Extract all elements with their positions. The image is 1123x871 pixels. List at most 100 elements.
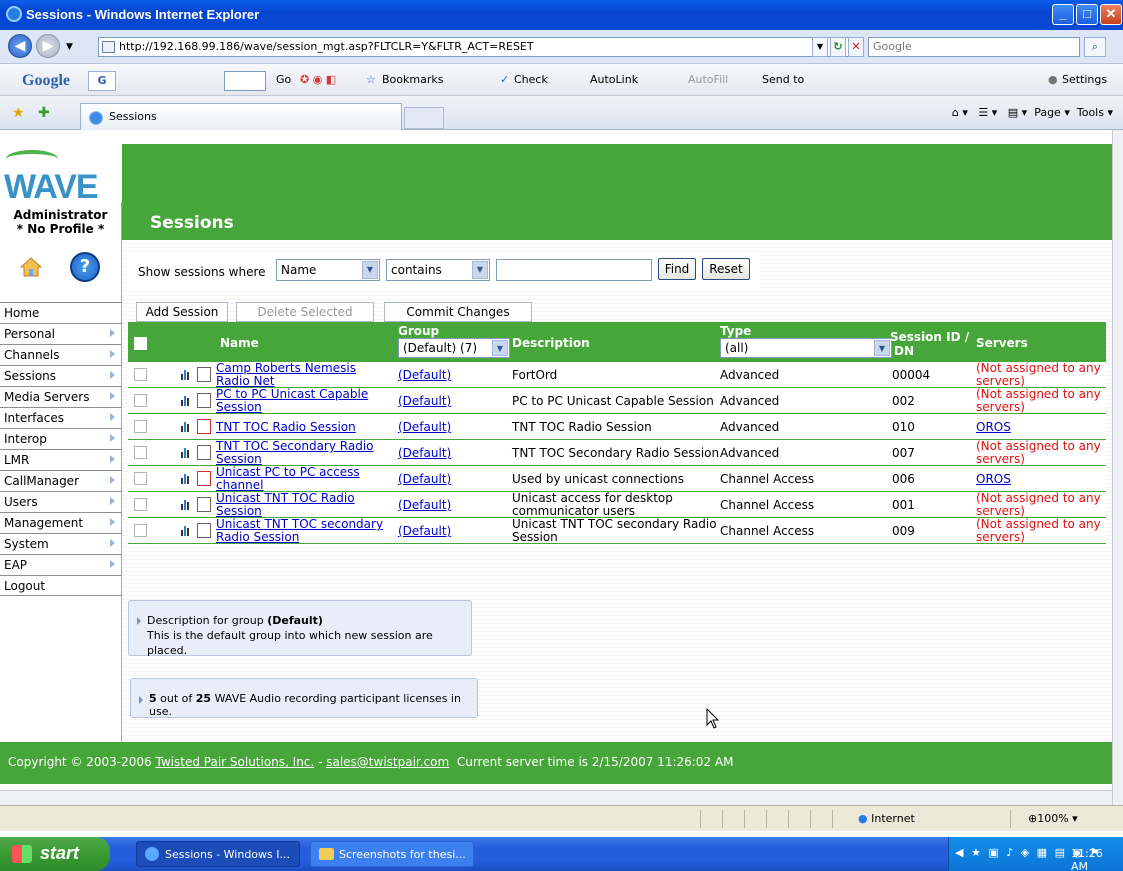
type-filter-select[interactable]: (all) ▼	[720, 338, 892, 358]
google-menu-icon[interactable]: G	[88, 71, 116, 91]
refresh-icon[interactable]: ↻	[830, 37, 846, 57]
autolink-button[interactable]: AutoLink	[590, 73, 638, 86]
bar-chart-icon[interactable]	[180, 524, 191, 537]
close-button[interactable]: ✕	[1100, 4, 1122, 25]
go-button[interactable]: Go	[276, 73, 291, 86]
session-doc-icon[interactable]	[197, 523, 211, 538]
sidebar-item-sessions[interactable]: Sessions	[0, 365, 121, 386]
tools-menu[interactable]: Tools ▾	[1077, 106, 1113, 119]
group-filter-select[interactable]: (Default) (7) ▼	[398, 338, 510, 358]
sidebar-item-interfaces[interactable]: Interfaces	[0, 407, 121, 428]
maximize-button[interactable]: □	[1076, 4, 1098, 25]
help-icon[interactable]: ?	[70, 252, 100, 282]
recent-pages-icon[interactable]: ▼	[66, 42, 73, 52]
bar-chart-icon[interactable]	[180, 394, 191, 407]
autofill-button[interactable]: AutoFill	[688, 73, 728, 86]
col-type[interactable]: Type	[720, 324, 751, 338]
session-name-link[interactable]: Unicast TNT TOC Radio Session	[216, 492, 392, 518]
zoom-control[interactable]: ⊕100% ▾	[1028, 812, 1078, 825]
company-link[interactable]: Twisted Pair Solutions, Inc.	[156, 755, 315, 769]
session-doc-icon[interactable]	[197, 419, 211, 434]
group-link[interactable]: (Default)	[398, 395, 451, 408]
sidebar-item-home[interactable]: Home	[0, 302, 121, 323]
sidebar-item-system[interactable]: System	[0, 533, 121, 554]
session-doc-icon[interactable]	[197, 471, 211, 486]
delete-selected-button[interactable]: Delete Selected	[236, 302, 374, 322]
url-field[interactable]: http://192.168.99.186/wave/session_mgt.a…	[98, 37, 862, 57]
tab-sessions[interactable]: Sessions	[80, 103, 402, 130]
vertical-scrollbar[interactable]	[1112, 130, 1123, 805]
group-link[interactable]: (Default)	[398, 473, 451, 486]
session-doc-icon[interactable]	[197, 497, 211, 512]
group-link[interactable]: (Default)	[398, 525, 451, 538]
group-link[interactable]: (Default)	[398, 447, 451, 460]
horizontal-scrollbar[interactable]	[0, 790, 1112, 805]
back-button[interactable]: ◀	[8, 34, 32, 58]
email-link[interactable]: sales@twistpair.com	[326, 755, 449, 769]
sidebar-item-channels[interactable]: Channels	[0, 344, 121, 365]
sendto-button[interactable]: Send to	[762, 73, 804, 86]
row-checkbox[interactable]	[134, 498, 147, 511]
filter-field-select[interactable]: Name ▼	[276, 259, 380, 281]
col-description[interactable]: Description	[512, 336, 590, 350]
session-name-link[interactable]: TNT TOC Secondary Radio Session	[216, 440, 392, 466]
bar-chart-icon[interactable]	[180, 446, 191, 459]
sidebar-item-eap[interactable]: EAP	[0, 554, 121, 575]
reset-button[interactable]: Reset	[702, 258, 750, 280]
window-title-bar[interactable]: Sessions - Windows Internet Explorer _ □…	[0, 0, 1123, 30]
favorites-star-icon[interactable]: ★	[12, 105, 25, 121]
sidebar-item-logout[interactable]: Logout	[0, 575, 121, 596]
row-checkbox[interactable]	[134, 446, 147, 459]
search-input[interactable]: Google	[868, 37, 1080, 57]
sidebar-item-users[interactable]: Users	[0, 491, 121, 512]
find-button[interactable]: Find	[658, 258, 696, 280]
bar-chart-icon[interactable]	[180, 498, 191, 511]
settings-button[interactable]: Settings	[1062, 73, 1107, 86]
expand-icon[interactable]	[139, 696, 143, 704]
session-name-link[interactable]: Camp Roberts Nemesis Radio Net	[216, 362, 392, 388]
minimize-button[interactable]: _	[1052, 4, 1074, 25]
session-name-link[interactable]: Unicast PC to PC access channel	[216, 466, 392, 492]
feeds-icon[interactable]: ☰ ▾	[978, 106, 997, 119]
url-dropdown-icon[interactable]: ▼	[812, 37, 828, 57]
group-link[interactable]: (Default)	[398, 499, 451, 512]
home-icon[interactable]: ⌂ ▾	[952, 106, 968, 119]
row-checkbox[interactable]	[134, 394, 147, 407]
group-link[interactable]: (Default)	[398, 369, 451, 382]
bar-chart-icon[interactable]	[180, 420, 191, 433]
taskbar-item-folder[interactable]: Screenshots for thesi...	[310, 841, 474, 867]
page-menu[interactable]: Page ▾	[1034, 106, 1070, 119]
search-icon[interactable]: ⌕	[1084, 37, 1106, 57]
server-link[interactable]: OROS	[976, 473, 1011, 486]
taskbar-item-ie[interactable]: Sessions - Windows I...	[136, 841, 300, 867]
row-checkbox[interactable]	[134, 368, 147, 381]
col-servers[interactable]: Servers	[976, 336, 1028, 350]
bar-chart-icon[interactable]	[180, 472, 191, 485]
server-link[interactable]: OROS	[976, 421, 1011, 434]
home-icon[interactable]	[20, 256, 42, 278]
session-name-link[interactable]: PC to PC Unicast Capable Session	[216, 388, 392, 414]
sidebar-item-management[interactable]: Management	[0, 512, 121, 533]
row-checkbox[interactable]	[134, 472, 147, 485]
forward-button[interactable]: ▶	[36, 34, 60, 58]
row-checkbox[interactable]	[134, 524, 147, 537]
col-name[interactable]: Name	[220, 336, 259, 350]
add-favorite-icon[interactable]: ✚	[38, 105, 50, 121]
sidebar-item-interop[interactable]: Interop	[0, 428, 121, 449]
check-button[interactable]: Check	[514, 73, 548, 86]
session-name-link[interactable]: Unicast TNT TOC secondary Radio Session	[216, 518, 392, 544]
stop-icon[interactable]: ✕	[848, 37, 864, 57]
google-logo[interactable]: Google	[22, 72, 70, 90]
bar-chart-icon[interactable]	[180, 368, 191, 381]
session-doc-icon[interactable]	[197, 445, 211, 460]
google-tools-icon[interactable]: ✪ ◉ ◧	[300, 73, 336, 86]
session-doc-icon[interactable]	[197, 367, 211, 382]
col-group[interactable]: Group	[398, 324, 439, 338]
group-link[interactable]: (Default)	[398, 421, 451, 434]
expand-icon[interactable]	[137, 617, 141, 625]
sidebar-item-personal[interactable]: Personal	[0, 323, 121, 344]
new-tab-button[interactable]	[404, 107, 444, 129]
row-checkbox[interactable]	[134, 420, 147, 433]
sidebar-item-callmanager[interactable]: CallManager	[0, 470, 121, 491]
add-session-button[interactable]: Add Session	[136, 302, 228, 322]
